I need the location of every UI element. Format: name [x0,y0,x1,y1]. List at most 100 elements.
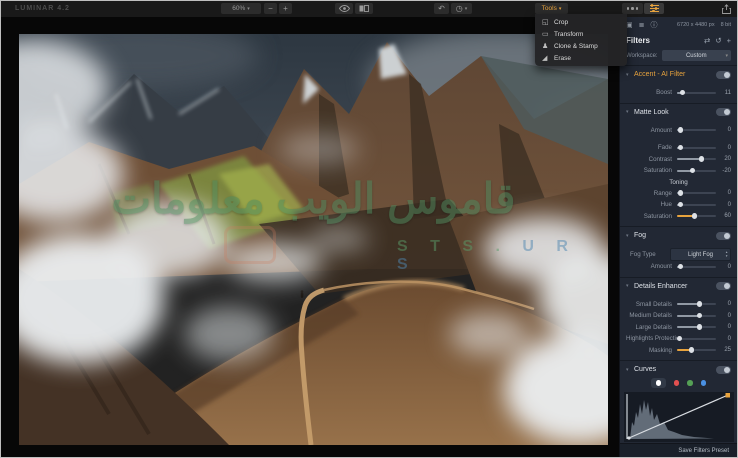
history-button[interactable]: ◷ ▾ [451,3,472,14]
slider-knob[interactable] [678,264,683,269]
slider-row-amount: Amount0 [620,261,737,273]
slider-knob[interactable] [689,347,694,352]
slider-track[interactable] [677,326,716,328]
curve-channel-row [620,376,737,390]
slider-knob[interactable] [699,156,704,161]
slider-track[interactable] [677,170,716,172]
slider-track[interactable] [677,204,716,206]
export-share-button[interactable] [718,3,734,14]
toning-subheader: Toning [620,177,737,188]
slider-knob[interactable] [680,90,685,95]
slider-knob[interactable] [678,190,683,195]
filter-toggle[interactable] [716,232,731,240]
slider-row-amount: Amount0 [620,125,737,137]
collapse-chevron-icon[interactable]: ▾ [626,109,634,115]
filter-toggle[interactable] [716,71,731,79]
slider-track[interactable] [677,266,716,268]
zoom-level-value: 60% [232,5,245,12]
slider-knob[interactable] [677,336,682,341]
collapse-chevron-icon[interactable]: ▾ [626,72,634,78]
dropdown-label: Fog Type [626,251,670,258]
collapse-chevron-icon[interactable]: ▾ [626,233,634,239]
slider-track[interactable] [677,129,716,131]
zoom-in-button[interactable]: + [279,3,292,14]
zoom-level-button[interactable]: 60% ▾ [221,3,261,14]
eye-icon [339,5,350,12]
slider-row-boost: Boost11 [620,87,737,99]
slider-track[interactable] [677,303,716,305]
channel-dot-2[interactable] [687,380,693,386]
channel-selected-pill[interactable] [651,378,666,388]
slider-track[interactable] [677,315,716,317]
slider-track[interactable] [677,192,716,194]
slider-label: Range [626,190,677,197]
canvas-area: قاموس الويب معلومات S T S . U R S [1,17,619,457]
save-filters-preset-button[interactable]: Save Filters Preset [678,448,729,454]
menu-item-clone-stamp[interactable]: ♟Clone & Stamp [535,40,627,52]
workspace-row: Workspace: Custom ▾ [620,48,737,63]
undo-button[interactable]: ↶ [434,3,449,14]
transform-icon: ▭ [542,30,554,38]
add-filter-icon[interactable]: + [727,36,731,45]
minus-icon: − [268,4,273,13]
chevron-down-icon: ▾ [726,255,728,258]
filter-toggle[interactable] [716,366,731,374]
menu-item-transform[interactable]: ▭Transform [535,28,627,40]
filter-toggle[interactable] [716,282,731,290]
slider-knob[interactable] [678,202,683,207]
slider-label: Fade [626,144,677,151]
channel-dot-3[interactable] [701,380,707,386]
sidebar-footer: Save Filters Preset [620,443,737,457]
filters-panel-button[interactable] [644,3,664,14]
slider-track[interactable] [677,338,716,340]
photo-canvas[interactable]: قاموس الويب معلومات S T S . U R S [19,34,608,445]
zoom-out-button[interactable]: − [264,3,277,14]
slider-row-medium-details: Medium Details0 [620,310,737,322]
slider-track[interactable] [677,147,716,149]
curves-editor[interactable] [624,392,733,442]
slider-value: 20 [716,156,731,162]
slider-label: Saturation [626,213,677,220]
slider-track[interactable] [677,92,716,94]
menu-item-erase[interactable]: ◢Erase [535,52,627,64]
slider-label: Hue [626,201,677,208]
workspace-dropdown[interactable]: Custom ▾ [662,50,731,61]
slider-knob[interactable] [697,313,702,318]
slider-fill [677,326,699,328]
collapse-chevron-icon[interactable]: ▾ [626,283,634,289]
slider-track[interactable] [677,158,716,160]
updown-chevron-icon: ▴▾ [726,251,728,258]
filter-section-header: ▾Curves [620,363,737,376]
slider-knob[interactable] [678,127,683,132]
layers-tab-icon[interactable]: ≣ [639,21,645,29]
slider-knob[interactable] [697,301,702,306]
slider-value: 11 [716,90,731,96]
tools-menu-button[interactable]: Tools ▾ [535,3,568,14]
filter-toggle[interactable] [716,108,731,116]
looks-panel-button[interactable] [622,3,643,14]
reset-filters-icon[interactable]: ↺ [715,36,721,45]
slider-label: Medium Details [626,312,677,319]
slider-knob[interactable] [678,145,683,150]
channel-dot-0[interactable] [656,380,662,386]
slider-track[interactable] [677,349,716,351]
collapse-chevron-icon[interactable]: ▾ [626,367,634,373]
app-window: LUMINAR 4.2 60% ▾ − + ↶ ◷ ▾ [0,0,738,458]
filter-section-fog: ▾FogFog TypeLight Fog▴▾Amount0 [620,226,737,277]
history-clock-icon: ◷ [456,4,463,13]
slider-value: -20 [716,168,731,174]
fog-type-dropdown[interactable]: Light Fog▴▾ [670,248,731,261]
sort-filters-icon[interactable]: ⇄ [704,36,710,45]
slider-knob[interactable] [697,324,702,329]
compare-before-after-button[interactable] [355,3,373,14]
slider-knob[interactable] [690,168,695,173]
slider-track[interactable] [677,215,716,217]
preview-button[interactable] [335,3,353,14]
slider-value: 0 [716,336,731,342]
slider-label: Highlights Protection [626,335,677,342]
info-tab-icon[interactable]: ⓘ [651,20,658,30]
slider-knob[interactable] [692,213,697,218]
menu-item-crop[interactable]: ◱Crop [535,16,627,28]
slider-fill [677,158,701,160]
channel-dot-1[interactable] [674,380,680,386]
